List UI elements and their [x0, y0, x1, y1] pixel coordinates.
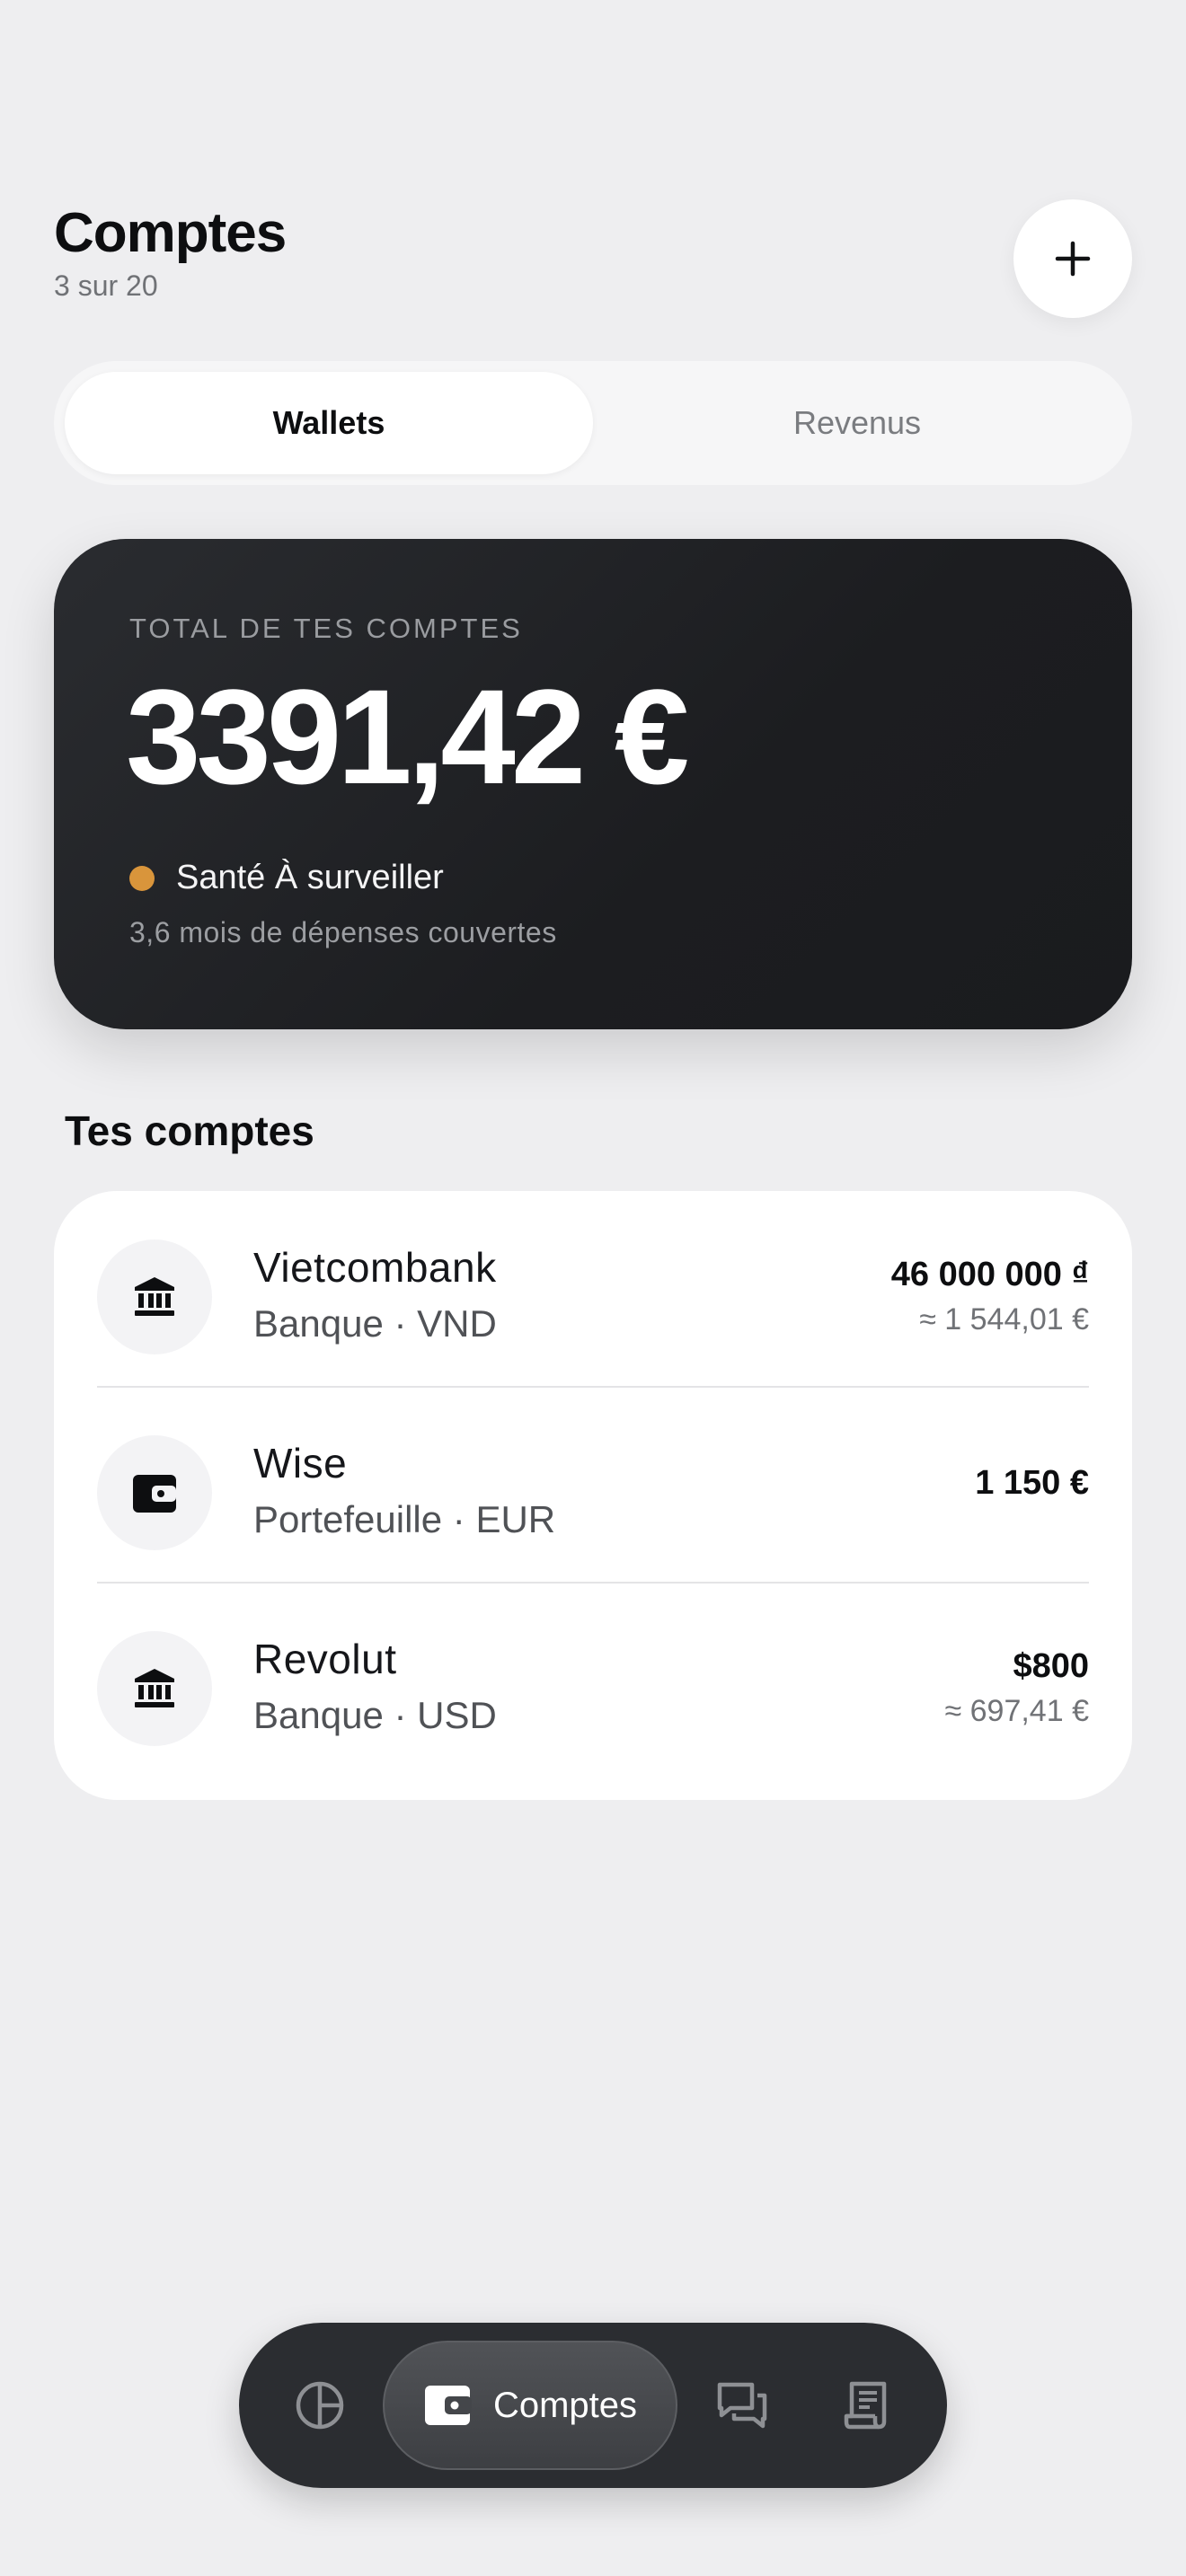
- nav-item-comptes[interactable]: Comptes: [383, 2341, 677, 2470]
- accounts-screen: Comptes 3 sur 20 Wallets Revenus TOTAL D…: [0, 0, 1186, 2576]
- account-name: Wise: [253, 1440, 348, 1486]
- account-balance: $800: [1013, 1647, 1089, 1685]
- nav-item-messages[interactable]: [688, 2351, 796, 2459]
- account-row-vietcombank[interactable]: Vietcombank Banque · VND 46 000 000 ₫ ≈ …: [54, 1191, 1132, 1387]
- page-header: Comptes 3 sur 20: [54, 202, 287, 303]
- coverage-text: 3,6 mois de dépenses couvertes: [129, 916, 557, 948]
- nav-item-transactions[interactable]: [812, 2351, 920, 2459]
- wallet-icon: [424, 2386, 472, 2425]
- health-indicator-dot: [129, 865, 155, 891]
- account-row-wise[interactable]: Wise Portefeuille · EUR 1 150 €: [54, 1387, 1132, 1583]
- wallet-icon: [97, 1435, 212, 1550]
- account-name: Revolut: [253, 1636, 397, 1682]
- receipt-icon: [844, 2381, 887, 2430]
- pie-chart-icon: [296, 2381, 344, 2430]
- health-status: Santé À surveiller: [129, 859, 444, 897]
- bank-icon: [97, 1239, 212, 1354]
- nav-item-overview[interactable]: [266, 2351, 374, 2459]
- health-status-text: Santé À surveiller: [176, 859, 444, 896]
- total-balance-card: TOTAL DE TES COMPTES 3391,42 € Santé À s…: [54, 539, 1132, 1029]
- nav-item-label: Comptes: [492, 2385, 638, 2425]
- account-row-revolut[interactable]: Revolut Banque · USD $800 ≈ 697,41 €: [54, 1583, 1132, 1778]
- account-converted-balance: ≈ 1 544,01 €: [919, 1302, 1089, 1337]
- account-type-currency: Banque · USD: [253, 1694, 497, 1736]
- view-switcher: Wallets Revenus: [54, 361, 1132, 485]
- plus-icon: [1055, 241, 1091, 277]
- accounts-list: Vietcombank Banque · VND 46 000 000 ₫ ≈ …: [54, 1191, 1132, 1800]
- account-balance: 1 150 €: [975, 1464, 1089, 1502]
- add-account-button[interactable]: [1013, 199, 1132, 318]
- page-title: Comptes: [54, 202, 287, 264]
- accounts-section-title: Tes comptes: [65, 1107, 314, 1154]
- account-count: 3 sur 20: [54, 269, 158, 303]
- account-name: Vietcombank: [253, 1244, 497, 1291]
- account-balance: 46 000 000 ₫: [890, 1256, 1089, 1293]
- account-type-currency: Banque · VND: [253, 1302, 497, 1345]
- account-type-currency: Portefeuille · EUR: [253, 1498, 556, 1540]
- account-converted-balance: ≈ 697,41 €: [944, 1694, 1089, 1728]
- tab-wallets[interactable]: Wallets: [65, 372, 593, 474]
- bank-icon: [97, 1631, 212, 1746]
- total-balance-amount: 3391,42 €: [126, 661, 689, 812]
- total-balance-label: TOTAL DE TES COMPTES: [129, 613, 523, 644]
- tab-revenus[interactable]: Revenus: [593, 372, 1121, 474]
- chat-icon: [717, 2382, 767, 2429]
- bottom-navigation: Comptes: [239, 2323, 947, 2488]
